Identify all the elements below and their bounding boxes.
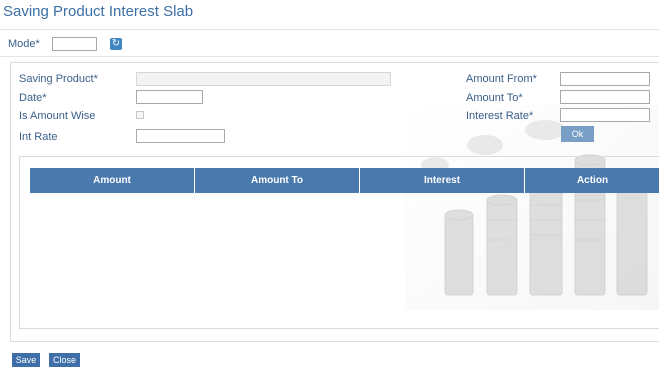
is-amount-wise-label: Is Amount Wise [19,110,96,122]
int-rate-field[interactable] [136,129,225,143]
int-rate-label: Int Rate [19,131,58,143]
column-header-amount-to[interactable]: Amount To [195,168,360,193]
interest-rate-label: Interest Rate* [466,110,534,122]
refresh-icon[interactable]: ↻ [110,38,122,50]
title-divider [0,29,659,30]
interest-rate-field[interactable] [560,108,650,122]
amount-from-label: Amount From* [466,73,537,85]
save-button[interactable]: Save [12,353,40,367]
date-field[interactable] [136,90,203,104]
column-header-interest[interactable]: Interest [360,168,525,193]
column-header-amount[interactable]: Amount [30,168,195,193]
page-title: Saving Product Interest Slab [3,3,194,20]
ok-button[interactable]: Ok [561,126,594,142]
amount-to-label: Amount To* [466,92,523,104]
saving-product-field[interactable] [136,72,391,86]
amount-to-field[interactable] [560,90,650,104]
is-amount-wise-checkbox[interactable] [136,111,144,119]
amount-from-field[interactable] [560,72,650,86]
mode-divider [0,56,659,57]
slab-table-header: Amount Amount To Interest Action [30,168,659,193]
saving-product-label: Saving Product* [19,73,98,85]
mode-label: Mode* [8,38,40,50]
close-button[interactable]: Close [49,353,80,367]
mode-field[interactable] [52,37,97,51]
date-label: Date* [19,92,47,104]
column-header-action[interactable]: Action [525,168,659,193]
